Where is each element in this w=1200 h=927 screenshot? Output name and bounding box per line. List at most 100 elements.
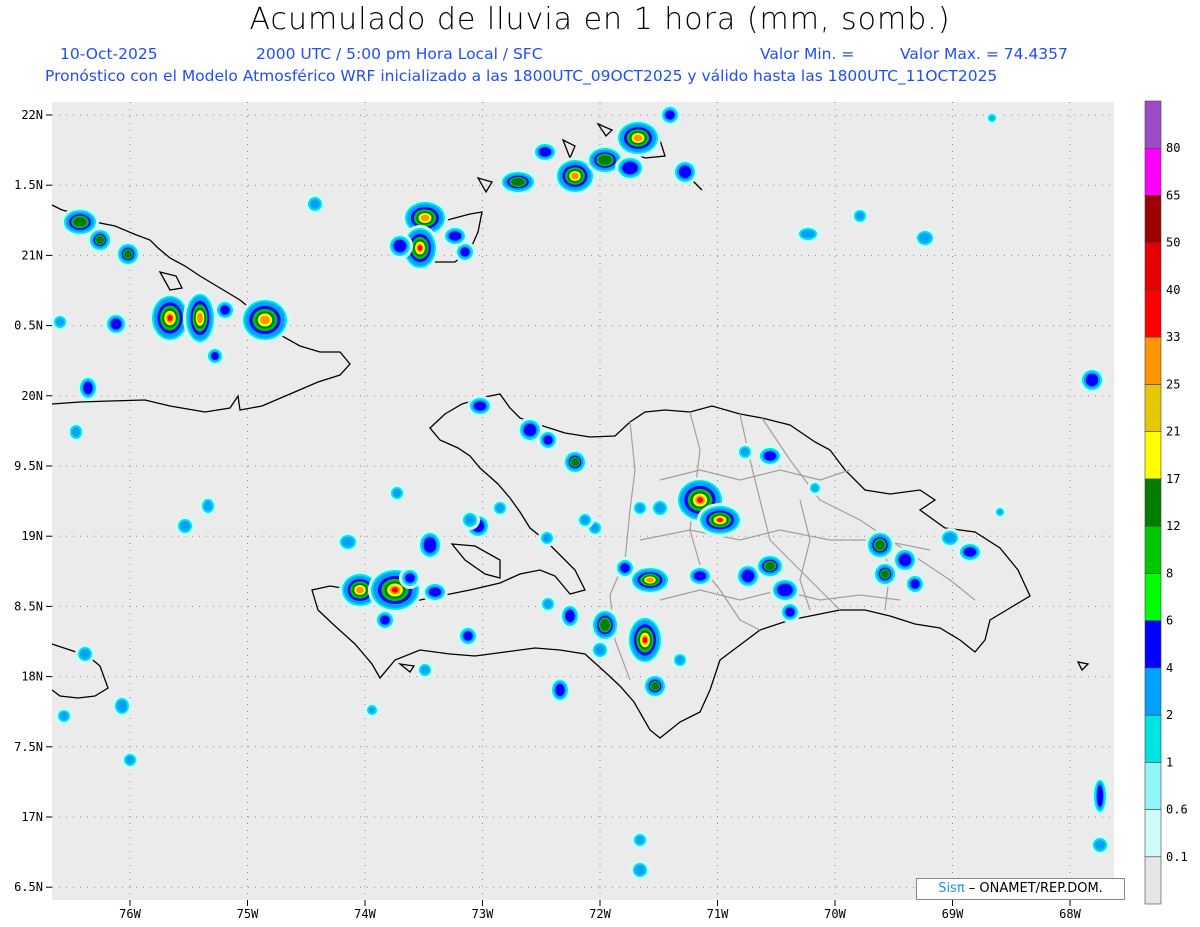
legend-swatch bbox=[1144, 336, 1162, 385]
rain-cell bbox=[672, 159, 698, 185]
lon-tick-label: 75W bbox=[237, 907, 259, 921]
rain-cell bbox=[121, 751, 139, 769]
legend-label: 0.6 bbox=[1166, 803, 1188, 817]
rain-cell bbox=[985, 111, 999, 125]
rain-cell bbox=[364, 702, 380, 718]
rain-band bbox=[380, 615, 390, 625]
legend-label: 17 bbox=[1166, 472, 1180, 486]
rain-band bbox=[990, 116, 994, 120]
legend-label: 1 bbox=[1166, 755, 1173, 769]
lon-tick-label: 73W bbox=[472, 907, 494, 921]
rain-band bbox=[812, 485, 818, 491]
legend-label: 6 bbox=[1166, 614, 1173, 628]
rain-band bbox=[356, 586, 364, 594]
legend-swatch bbox=[1144, 761, 1162, 810]
rain-cell bbox=[67, 422, 85, 442]
rain-cell bbox=[416, 661, 434, 679]
rain-cell bbox=[491, 499, 509, 517]
rain-cell bbox=[205, 346, 225, 366]
rain-band bbox=[1095, 840, 1105, 850]
rain-band bbox=[417, 245, 423, 251]
lon-tick-label: 70W bbox=[824, 907, 846, 921]
legend-swatch bbox=[1144, 431, 1162, 480]
rain-cell bbox=[957, 541, 983, 563]
legend-swatch bbox=[1144, 809, 1162, 858]
rain-cell bbox=[460, 510, 480, 530]
rain-cell bbox=[499, 169, 537, 195]
lat-tick-label: 7.5N bbox=[14, 740, 43, 754]
rain-band bbox=[204, 501, 212, 511]
rain-cell bbox=[539, 595, 557, 613]
credit-org: – ONAMET/REP.DOM. bbox=[964, 881, 1103, 896]
rain-band bbox=[496, 504, 504, 512]
rain-band bbox=[651, 682, 659, 690]
rain-cell bbox=[75, 644, 95, 664]
rain-band bbox=[197, 312, 203, 324]
lat-tick-label: 21N bbox=[21, 248, 43, 262]
rain-band bbox=[96, 236, 104, 244]
rain-band bbox=[428, 587, 442, 597]
rain-cell bbox=[442, 225, 468, 247]
rain-cell bbox=[87, 227, 113, 253]
rain-band bbox=[460, 247, 470, 257]
rain-band bbox=[117, 700, 127, 712]
lat-tick-label: 9.5N bbox=[14, 459, 43, 473]
rain-cell bbox=[576, 511, 594, 529]
rain-cell bbox=[650, 498, 670, 518]
longitude-labels: 76W 75W 74W 73W 72W 71W 70W 69W 68W bbox=[119, 900, 1082, 921]
lon-tick-label: 72W bbox=[589, 907, 611, 921]
legend-swatch bbox=[1144, 384, 1162, 432]
rain-band bbox=[633, 134, 643, 142]
rain-band bbox=[523, 423, 537, 437]
legend-swatch bbox=[1144, 573, 1162, 621]
rain-band bbox=[646, 577, 654, 583]
rain-band bbox=[765, 562, 775, 570]
rain-cell bbox=[240, 297, 290, 343]
rain-band bbox=[785, 607, 795, 617]
rain-cell bbox=[51, 313, 69, 331]
rain-cell bbox=[559, 603, 581, 629]
rain-band bbox=[180, 521, 190, 531]
rain-cell bbox=[631, 499, 649, 517]
rain-band bbox=[635, 865, 645, 875]
rain-cell bbox=[770, 577, 800, 603]
legend-swatch bbox=[1144, 478, 1162, 527]
legend-label: 12 bbox=[1166, 519, 1180, 533]
lat-tick-label: 22N bbox=[21, 108, 43, 122]
rain-band bbox=[717, 518, 723, 522]
lat-tick-label: 19N bbox=[21, 529, 43, 543]
rain-band bbox=[571, 172, 579, 180]
rain-cell bbox=[104, 312, 128, 336]
rain-band bbox=[124, 250, 132, 258]
latitude-labels: 22N 1.5N 21N 0.5N 20N 9.5N 19N 8.5N 18N 7.5N 17N 6.… bbox=[14, 108, 52, 894]
rain-cell bbox=[629, 565, 671, 595]
lat-tick-label: 6.5N bbox=[14, 880, 43, 894]
legend-label: 0.1 bbox=[1166, 850, 1188, 864]
legend-swatch bbox=[1144, 525, 1162, 574]
rain-cell bbox=[642, 673, 668, 699]
rain-band bbox=[856, 212, 864, 220]
rain-band bbox=[80, 649, 90, 659]
rain-band bbox=[678, 165, 692, 179]
legend-label: 80 bbox=[1166, 141, 1180, 155]
legend-swatch bbox=[1144, 147, 1162, 196]
rain-cell bbox=[305, 194, 325, 214]
rain-band bbox=[72, 427, 80, 437]
rain-band bbox=[423, 537, 437, 553]
rain-cell bbox=[697, 503, 743, 537]
rain-cell bbox=[214, 299, 236, 321]
rain-band bbox=[393, 489, 401, 497]
rain-band bbox=[73, 217, 87, 227]
rain-cell bbox=[175, 516, 195, 536]
rain-band bbox=[220, 305, 230, 315]
rain-band bbox=[369, 707, 375, 713]
rain-cell bbox=[183, 291, 217, 345]
rain-cell bbox=[55, 707, 73, 725]
rain-band bbox=[741, 569, 755, 583]
rain-cell bbox=[537, 429, 559, 451]
lat-tick-label: 1.5N bbox=[14, 178, 43, 192]
rain-cell bbox=[872, 561, 898, 587]
rain-cell bbox=[538, 529, 556, 547]
rain-band bbox=[543, 435, 553, 445]
rain-band bbox=[910, 579, 920, 589]
